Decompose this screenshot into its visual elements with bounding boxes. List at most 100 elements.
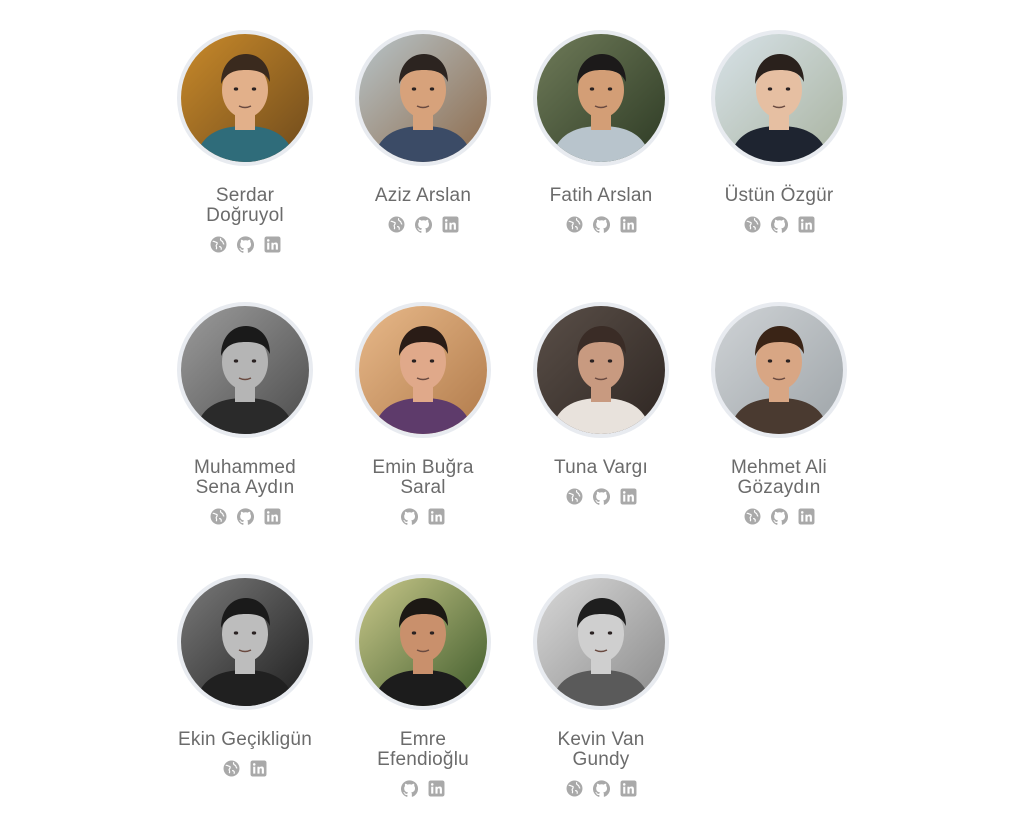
portrait-photo (537, 34, 665, 162)
globe-icon[interactable] (388, 216, 405, 233)
globe-icon[interactable] (223, 760, 240, 777)
github-icon[interactable] (592, 216, 610, 233)
member-name: Serdar Doğruyol (155, 186, 335, 226)
member-name: Kevin Van Gundy (511, 730, 691, 770)
avatar (355, 574, 491, 710)
member-links (333, 780, 513, 797)
portrait-photo (359, 578, 487, 706)
globe-icon[interactable] (744, 216, 761, 233)
linkedin-icon[interactable] (620, 216, 637, 233)
avatar (355, 302, 491, 438)
linkedin-icon[interactable] (798, 216, 815, 233)
member-links (333, 216, 513, 233)
avatar (177, 30, 313, 166)
member-name: Emin Buğra Saral (333, 458, 513, 498)
github-icon[interactable] (236, 508, 254, 525)
linkedin-icon[interactable] (428, 780, 445, 797)
member-name: Mehmet Ali Gözaydın (689, 458, 869, 498)
globe-icon[interactable] (566, 488, 583, 505)
portrait-photo (715, 306, 843, 434)
github-icon[interactable] (770, 216, 788, 233)
member-name-line1: Emin Buğra (372, 457, 474, 478)
member-name-line1: Mehmet Ali (731, 457, 827, 478)
member-card: Fatih Arslan (511, 30, 691, 233)
member-links (155, 236, 335, 253)
member-name-line1: Muhammed (194, 457, 296, 478)
portrait-photo (715, 34, 843, 162)
linkedin-icon[interactable] (798, 508, 815, 525)
avatar (355, 30, 491, 166)
member-links (689, 508, 869, 525)
portrait-photo (181, 306, 309, 434)
member-name-line1: Aziz Arslan (374, 185, 472, 206)
linkedin-icon[interactable] (620, 780, 637, 797)
member-card: Ekin Geçikligün (155, 574, 335, 777)
linkedin-icon[interactable] (428, 508, 445, 525)
member-links (511, 780, 691, 797)
member-name-line2: Efendioğlu (377, 749, 469, 770)
member-card: Muhammed Sena Aydın (155, 302, 335, 525)
github-icon[interactable] (401, 508, 418, 525)
member-card: Üstün Özgür (689, 30, 869, 233)
member-name: Tuna Vargı (511, 458, 691, 478)
github-icon[interactable] (770, 508, 788, 525)
member-name-line1: Tuna Vargı (554, 457, 648, 478)
portrait-photo (359, 306, 487, 434)
member-card: Emre Efendioğlu (333, 574, 513, 797)
member-name: Ekin Geçikligün (155, 730, 335, 750)
member-name: Aziz Arslan (333, 186, 513, 206)
linkedin-icon[interactable] (264, 508, 281, 525)
member-name: Muhammed Sena Aydın (155, 458, 335, 498)
member-name-line1: Serdar (215, 185, 275, 206)
linkedin-icon[interactable] (264, 236, 281, 253)
member-links (155, 508, 335, 525)
linkedin-icon[interactable] (442, 216, 459, 233)
avatar (177, 302, 313, 438)
member-card: Tuna Vargı (511, 302, 691, 505)
member-name-line1: Üstün Özgür (724, 185, 834, 206)
member-card: Mehmet Ali Gözaydın (689, 302, 869, 525)
avatar (711, 30, 847, 166)
member-links (511, 488, 691, 505)
globe-icon[interactable] (566, 216, 583, 233)
github-icon[interactable] (592, 780, 610, 797)
member-links (155, 760, 335, 777)
avatar (533, 30, 669, 166)
portrait-photo (181, 34, 309, 162)
linkedin-icon[interactable] (620, 488, 637, 505)
member-links (689, 216, 869, 233)
member-card: Serdar Doğruyol (155, 30, 335, 253)
member-name-line2: Saral (400, 477, 446, 498)
avatar (533, 302, 669, 438)
github-icon[interactable] (414, 216, 432, 233)
member-name-line2: Sena Aydın (195, 477, 295, 498)
avatar (533, 574, 669, 710)
avatar (711, 302, 847, 438)
member-name-line1: Emre (399, 729, 447, 750)
portrait-photo (181, 578, 309, 706)
member-name-line1: Fatih Arslan (549, 185, 653, 206)
globe-icon[interactable] (566, 780, 583, 797)
member-name-line1: Kevin Van (557, 729, 645, 750)
member-card: Aziz Arslan (333, 30, 513, 233)
github-icon[interactable] (401, 780, 418, 797)
linkedin-icon[interactable] (250, 760, 267, 777)
member-links (333, 508, 513, 525)
member-card: Kevin Van Gundy (511, 574, 691, 797)
member-name: Emre Efendioğlu (333, 730, 513, 770)
member-name-line2: Doğruyol (206, 205, 284, 226)
globe-icon[interactable] (744, 508, 761, 525)
team-grid: Serdar Doğruyol Aziz Arslan Fatih Arslan… (0, 0, 1024, 819)
member-links (511, 216, 691, 233)
avatar (177, 574, 313, 710)
member-name-line2: Gundy (572, 749, 630, 770)
github-icon[interactable] (592, 488, 610, 505)
member-card: Emin Buğra Saral (333, 302, 513, 525)
portrait-photo (359, 34, 487, 162)
portrait-photo (537, 578, 665, 706)
github-icon[interactable] (236, 236, 254, 253)
globe-icon[interactable] (210, 508, 227, 525)
member-name-line1: Ekin Geçikligün (178, 729, 312, 750)
member-name: Fatih Arslan (511, 186, 691, 206)
globe-icon[interactable] (210, 236, 227, 253)
